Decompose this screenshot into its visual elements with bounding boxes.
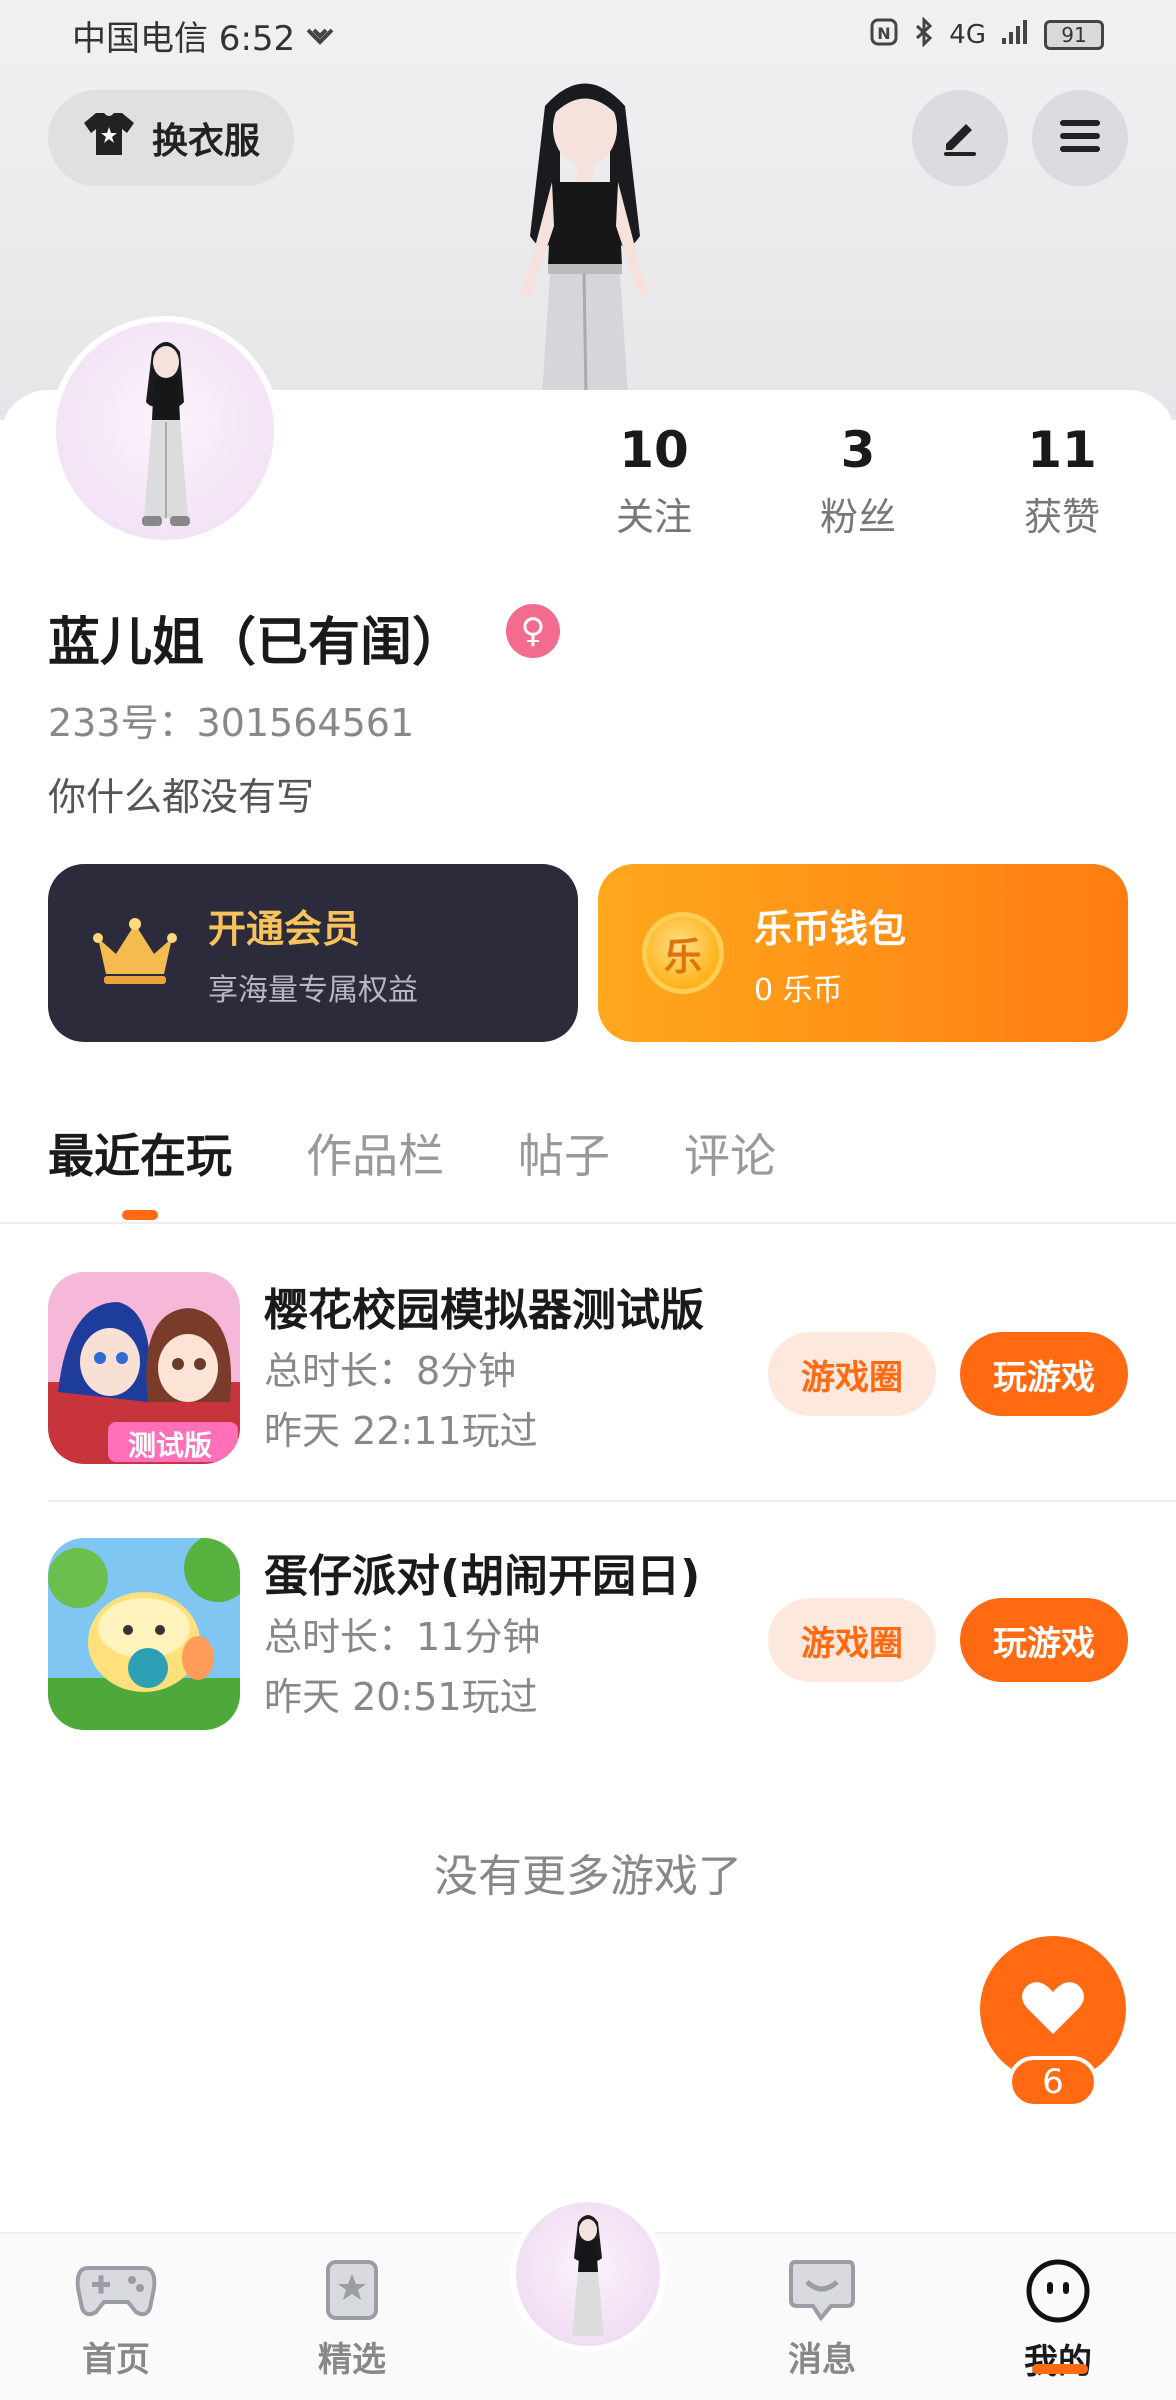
likes-label: 获赞 [1023,495,1100,539]
vip-title: 开通会员 [208,906,361,951]
game-title: 蛋仔派对(胡闹开园日) [264,1551,701,1602]
eggy-party-game-icon[interactable] [48,1538,240,1730]
hamburger-menu-icon [1058,116,1102,160]
signal-label: 4G [949,20,986,50]
nav-avatar-button[interactable] [510,2196,666,2352]
status-left: 中国电信 6:52 [72,11,335,60]
stat-fans[interactable]: 3 粉丝 [778,420,938,541]
nav-featured[interactable]: 精选 [272,2258,432,2381]
edit-profile-button[interactable] [912,90,1008,186]
sakura-school-game-icon[interactable]: 测试版 [48,1272,240,1464]
profile-avatar[interactable] [50,316,280,546]
like-count-badge: 6 [1008,2056,1098,2108]
user-id[interactable]: 233号：301564561 [48,692,414,747]
avatar-character-3d[interactable] [470,66,700,397]
smiley-face-icon [1025,2259,1091,2328]
list-end-message: 没有更多游戏了 [434,1851,742,1902]
fans-label: 粉丝 [819,495,896,539]
vip-subtitle: 享海量专属权益 [208,972,418,1008]
test-version-badge: 测试版 [128,1429,213,1462]
star-bookmark-icon [320,2260,384,2326]
nav-home-label: 首页 [82,2340,150,2380]
game-circle-button[interactable]: 游戏圈 [768,1332,936,1416]
bluetooth-icon [913,15,935,54]
wallet-card[interactable]: 乐 乐币钱包 0 乐币 [598,864,1128,1042]
nav-home[interactable]: 首页 [36,2258,196,2381]
change-outfit-label: 换衣服 [151,121,260,162]
status-bar: 中国电信 6:52 N 4G 91 [0,0,1176,70]
wallet-balance: 0 乐币 [754,972,843,1008]
svg-text:N: N [878,24,891,43]
tab-comments[interactable]: 评论 [684,1120,776,1220]
nav-me-label: 我的 [1024,2342,1092,2382]
likes-count: 11 [1027,421,1097,479]
following-count: 10 [619,421,689,479]
wallet-title: 乐币钱包 [754,906,907,951]
crown-icon [92,916,178,990]
game-last-played: 昨天 22:11玩过 [264,1409,538,1453]
status-right: N 4G 91 [869,15,1104,54]
game-last-played: 昨天 20:51玩过 [264,1675,538,1719]
chat-bubble-icon [787,2260,857,2326]
female-gender-icon: ♀ [506,604,560,658]
coin-icon: 乐 [642,912,724,994]
nfc-icon: N [869,17,899,54]
game-duration: 总时长：8分钟 [264,1349,517,1393]
nav-messages-label: 消息 [788,2340,856,2380]
game-title: 樱花校园模拟器测试版 [264,1285,704,1336]
tab-recently-played[interactable]: 最近在玩 [48,1120,232,1220]
heart-icon [1021,1978,1085,2040]
active-nav-indicator [1032,2364,1088,2374]
game-list-item[interactable]: 测试版 樱花校园模拟器测试版 总时长：8分钟 昨天 22:11玩过 游戏圈 玩游… [0,1232,1176,1492]
battery-icon: 91 [1044,20,1104,50]
tab-posts[interactable]: 帖子 [518,1120,610,1220]
nav-featured-label: 精选 [318,2340,386,2380]
carrier-time: 中国电信 6:52 [72,18,296,59]
nav-messages[interactable]: 消息 [742,2258,902,2381]
play-game-button[interactable]: 玩游戏 [960,1598,1128,1682]
following-label: 关注 [615,495,692,539]
tab-works[interactable]: 作品栏 [306,1120,444,1220]
game-duration: 总时长：11分钟 [264,1615,541,1659]
vip-text: 开通会员 享海量专属权益 [208,898,418,1009]
user-bio[interactable]: 你什么都没有写 [48,766,314,821]
stat-likes[interactable]: 11 获赞 [982,420,1142,541]
wallet-text: 乐币钱包 0 乐币 [754,898,906,1009]
fans-count: 3 [840,421,876,479]
tab-divider [0,1222,1176,1224]
battery-level: 91 [1061,23,1087,47]
gamepad-icon [74,2266,158,2326]
vip-membership-card[interactable]: 开通会员 享海量专属权益 [48,864,578,1042]
username: 蓝儿姐（已有闺） [48,613,465,673]
menu-button[interactable] [1032,90,1128,186]
signal-bars-icon [1000,18,1030,53]
wifi-icon [305,15,335,55]
stat-following[interactable]: 10 关注 [574,420,734,541]
play-game-button[interactable]: 玩游戏 [960,1332,1128,1416]
change-outfit-button[interactable]: 换衣服 [48,90,294,186]
shirt-icon [82,109,136,168]
profile-tabs: 最近在玩 作品栏 帖子 评论 [48,1120,776,1220]
game-circle-button[interactable]: 游戏圈 [768,1598,936,1682]
pencil-icon [938,114,982,162]
game-list-item[interactable]: 蛋仔派对(胡闹开园日) 总时长：11分钟 昨天 20:51玩过 游戏圈 玩游戏 [0,1498,1176,1758]
